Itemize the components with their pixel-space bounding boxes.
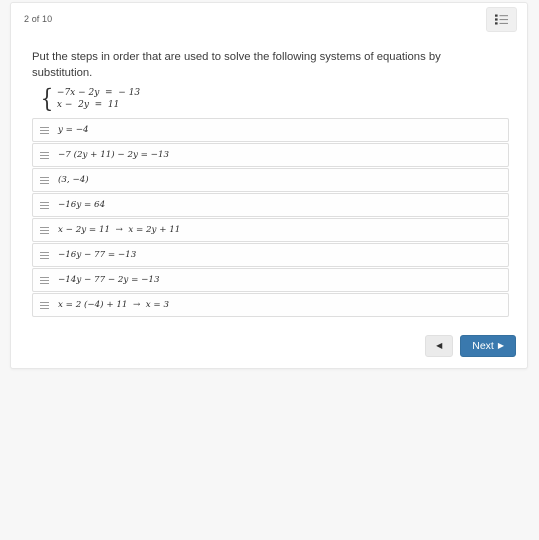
list-item-text: (3, −4) [58,175,89,185]
list-item[interactable]: x = 2 (−4) + 11 → x = 3 [32,293,509,317]
list-item[interactable]: y = −4 [32,118,509,142]
next-button-label: Next [472,340,494,352]
list-item[interactable]: x − 2y = 11 → x = 2y + 11 [32,218,509,242]
list-item[interactable]: −14y − 77 − 2y = −13 [32,268,509,292]
list-item[interactable]: (3, −4) [32,168,509,192]
drag-handle-icon[interactable] [40,151,49,159]
quiz-card: 2 of 10 Put the steps in order that are … [10,2,528,369]
list-item-text: y = −4 [58,125,89,135]
system-equation-2: x − 2y = 11 [56,100,120,110]
card-header: 2 of 10 [11,3,527,41]
list-item-text: −16y − 77 = −13 [58,250,137,260]
drag-handle-icon[interactable] [40,226,49,234]
previous-question-button[interactable]: ◀ [425,335,454,357]
list-item[interactable]: −16y = 64 [32,193,509,217]
bulleted-list-icon [495,14,508,25]
question-list-toggle-button[interactable] [486,7,517,32]
system-of-equations: { −7x − 2y = − 13 x − 2y = 11 [39,84,141,113]
next-question-button[interactable]: Next ▶ [460,335,516,357]
question-progress-label: 2 of 10 [24,14,53,24]
system-brace: { [40,84,54,113]
system-equation-1: −7x − 2y = − 13 [56,88,141,98]
list-item[interactable]: −16y − 77 = −13 [32,243,509,267]
list-item[interactable]: −7 (2y + 11) − 2y = −13 [32,143,509,167]
drag-handle-icon[interactable] [40,301,49,309]
question-prompt: Put the steps in order that are used to … [32,51,441,79]
drag-handle-icon[interactable] [40,176,49,184]
list-item-text: −14y − 77 − 2y = −13 [58,275,160,285]
drag-handle-icon[interactable] [40,126,49,134]
caret-left-icon: ◀ [436,341,443,350]
sortable-steps-list[interactable]: y = −4 −7 (2y + 11) − 2y = −13 (3, −4) −… [32,118,509,318]
list-item-text: x − 2y = 11 → x = 2y + 11 [58,225,181,235]
list-item-text: x = 2 (−4) + 11 → x = 3 [58,300,169,310]
drag-handle-icon[interactable] [40,251,49,259]
card-footer: ◀ Next ▶ [425,335,516,357]
list-item-text: −7 (2y + 11) − 2y = −13 [58,150,170,160]
list-item-text: −16y = 64 [58,200,106,210]
drag-handle-icon[interactable] [40,201,49,209]
caret-right-icon: ▶ [497,341,504,350]
drag-handle-icon[interactable] [40,276,49,284]
